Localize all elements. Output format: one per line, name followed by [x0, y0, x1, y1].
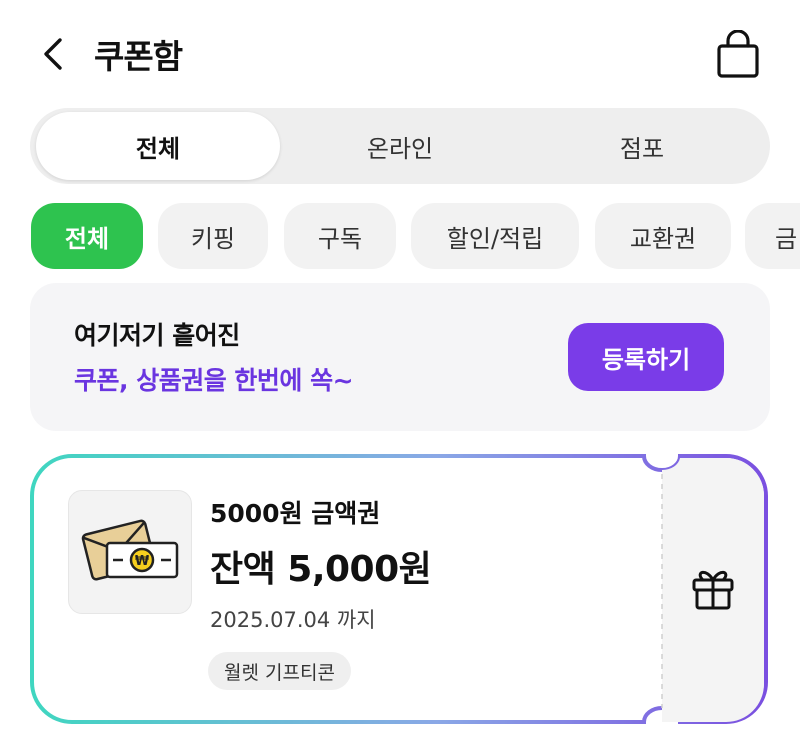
gift-icon[interactable]	[688, 562, 738, 612]
cash-envelope-icon: ₩	[81, 519, 179, 581]
tab-online[interactable]: 온라인	[278, 112, 522, 180]
chip-voucher[interactable]: 교환권	[595, 203, 731, 269]
chip-keeping[interactable]: 키핑	[158, 203, 268, 269]
header: 쿠폰함	[0, 0, 800, 108]
category-chip-row: 전체 키핑 구독 할인/적립 교환권 금	[0, 203, 800, 271]
coupon-name: 5000원 금액권	[210, 499, 381, 528]
coupon-source-badge: 월렛 기프티콘	[208, 652, 351, 690]
register-button[interactable]: 등록하기	[568, 323, 724, 391]
chip-discount[interactable]: 할인/적립	[411, 203, 579, 269]
chevron-left-icon[interactable]	[36, 34, 72, 74]
channel-segmented-control: 전체 온라인 점포	[30, 108, 770, 184]
coupon-card[interactable]: ₩ 5000원 금액권 잔액 5,000원 2025.07.04 까지 월렛 기…	[30, 450, 770, 730]
shopping-bag-icon[interactable]	[714, 30, 762, 80]
coupon-expiry: 2025.07.04 까지	[210, 608, 376, 632]
tab-store[interactable]: 점포	[520, 112, 764, 180]
chip-subscription[interactable]: 구독	[284, 203, 396, 269]
register-coupon-banner: 여기저기 흩어진 쿠폰, 상품권을 한번에 쏙~ 등록하기	[30, 283, 770, 431]
page-title: 쿠폰함	[94, 37, 183, 76]
banner-subtitle: 쿠폰, 상품권을 한번에 쏙~	[74, 366, 354, 395]
tab-all[interactable]: 전체	[36, 112, 280, 180]
coupon-balance: 잔액 5,000원	[210, 549, 432, 590]
chip-gift-card[interactable]: 금	[745, 203, 800, 269]
banner-title: 여기저기 흩어진	[74, 321, 240, 350]
svg-text:₩: ₩	[135, 554, 150, 569]
chip-all[interactable]: 전체	[31, 203, 143, 269]
coupon-thumbnail: ₩	[68, 490, 192, 614]
